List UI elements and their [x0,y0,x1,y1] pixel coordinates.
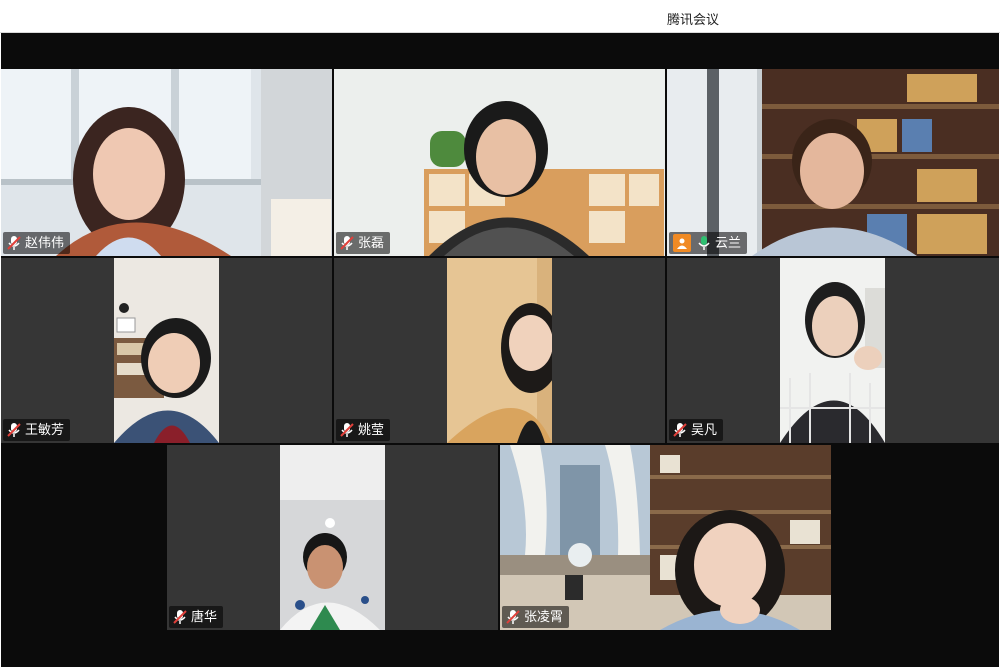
participant-tile[interactable]: 赵伟伟 [1,69,332,256]
participant-video [114,258,219,443]
mic-active-icon [697,235,711,251]
participant-name: 王敏芳 [25,422,65,437]
participant-video [500,445,831,630]
participant-tile[interactable]: 吴凡 [667,258,999,443]
participant-tile[interactable]: 姚莹 [334,258,665,443]
participant-nametag: 张凌霄 [502,606,570,628]
participant-tile[interactable]: 王敏芳 [1,258,332,443]
mic-muted-icon [7,422,21,438]
participant-nametag: 赵伟伟 [3,232,71,254]
participant-tile[interactable]: 唐华 [167,445,498,630]
video-grid: 赵伟伟 张磊 云兰 王敏芳 姚莹 吴凡 唐华 张凌霄 [1,33,999,667]
participant-nametag: 王敏芳 [3,419,71,441]
mic-muted-icon [673,422,687,438]
mic-muted-icon [340,235,354,251]
app-title: 腾讯会议 [667,12,720,27]
participant-video [667,69,999,256]
participant-name: 张磊 [358,235,385,250]
mic-muted-icon [506,609,520,625]
participant-nametag: 吴凡 [669,419,724,441]
participant-video [280,445,385,630]
participant-name: 云兰 [715,235,742,250]
participant-nametag: 唐华 [169,606,224,628]
participant-name: 姚莹 [358,422,385,437]
mic-muted-icon [340,422,354,438]
participant-name: 唐华 [191,609,218,624]
participant-name: 吴凡 [691,422,718,437]
participant-tile-speaking[interactable]: 云兰 [667,69,999,256]
participant-name: 张凌霄 [524,609,564,624]
participant-nametag: 张磊 [336,232,391,254]
participant-nametag: 姚莹 [336,419,391,441]
mic-muted-icon [173,609,187,625]
participant-video [447,258,552,443]
title-bar: 腾讯会议 [0,0,1000,33]
participant-nametag: 云兰 [669,232,748,254]
participant-video [780,258,885,443]
participant-tile[interactable]: 张磊 [334,69,665,256]
participant-name: 赵伟伟 [25,235,65,250]
participant-video [334,69,665,256]
participant-video [1,69,332,256]
participant-tile[interactable]: 张凌霄 [500,445,831,630]
mic-muted-icon [7,235,21,251]
person-icon [673,234,691,252]
